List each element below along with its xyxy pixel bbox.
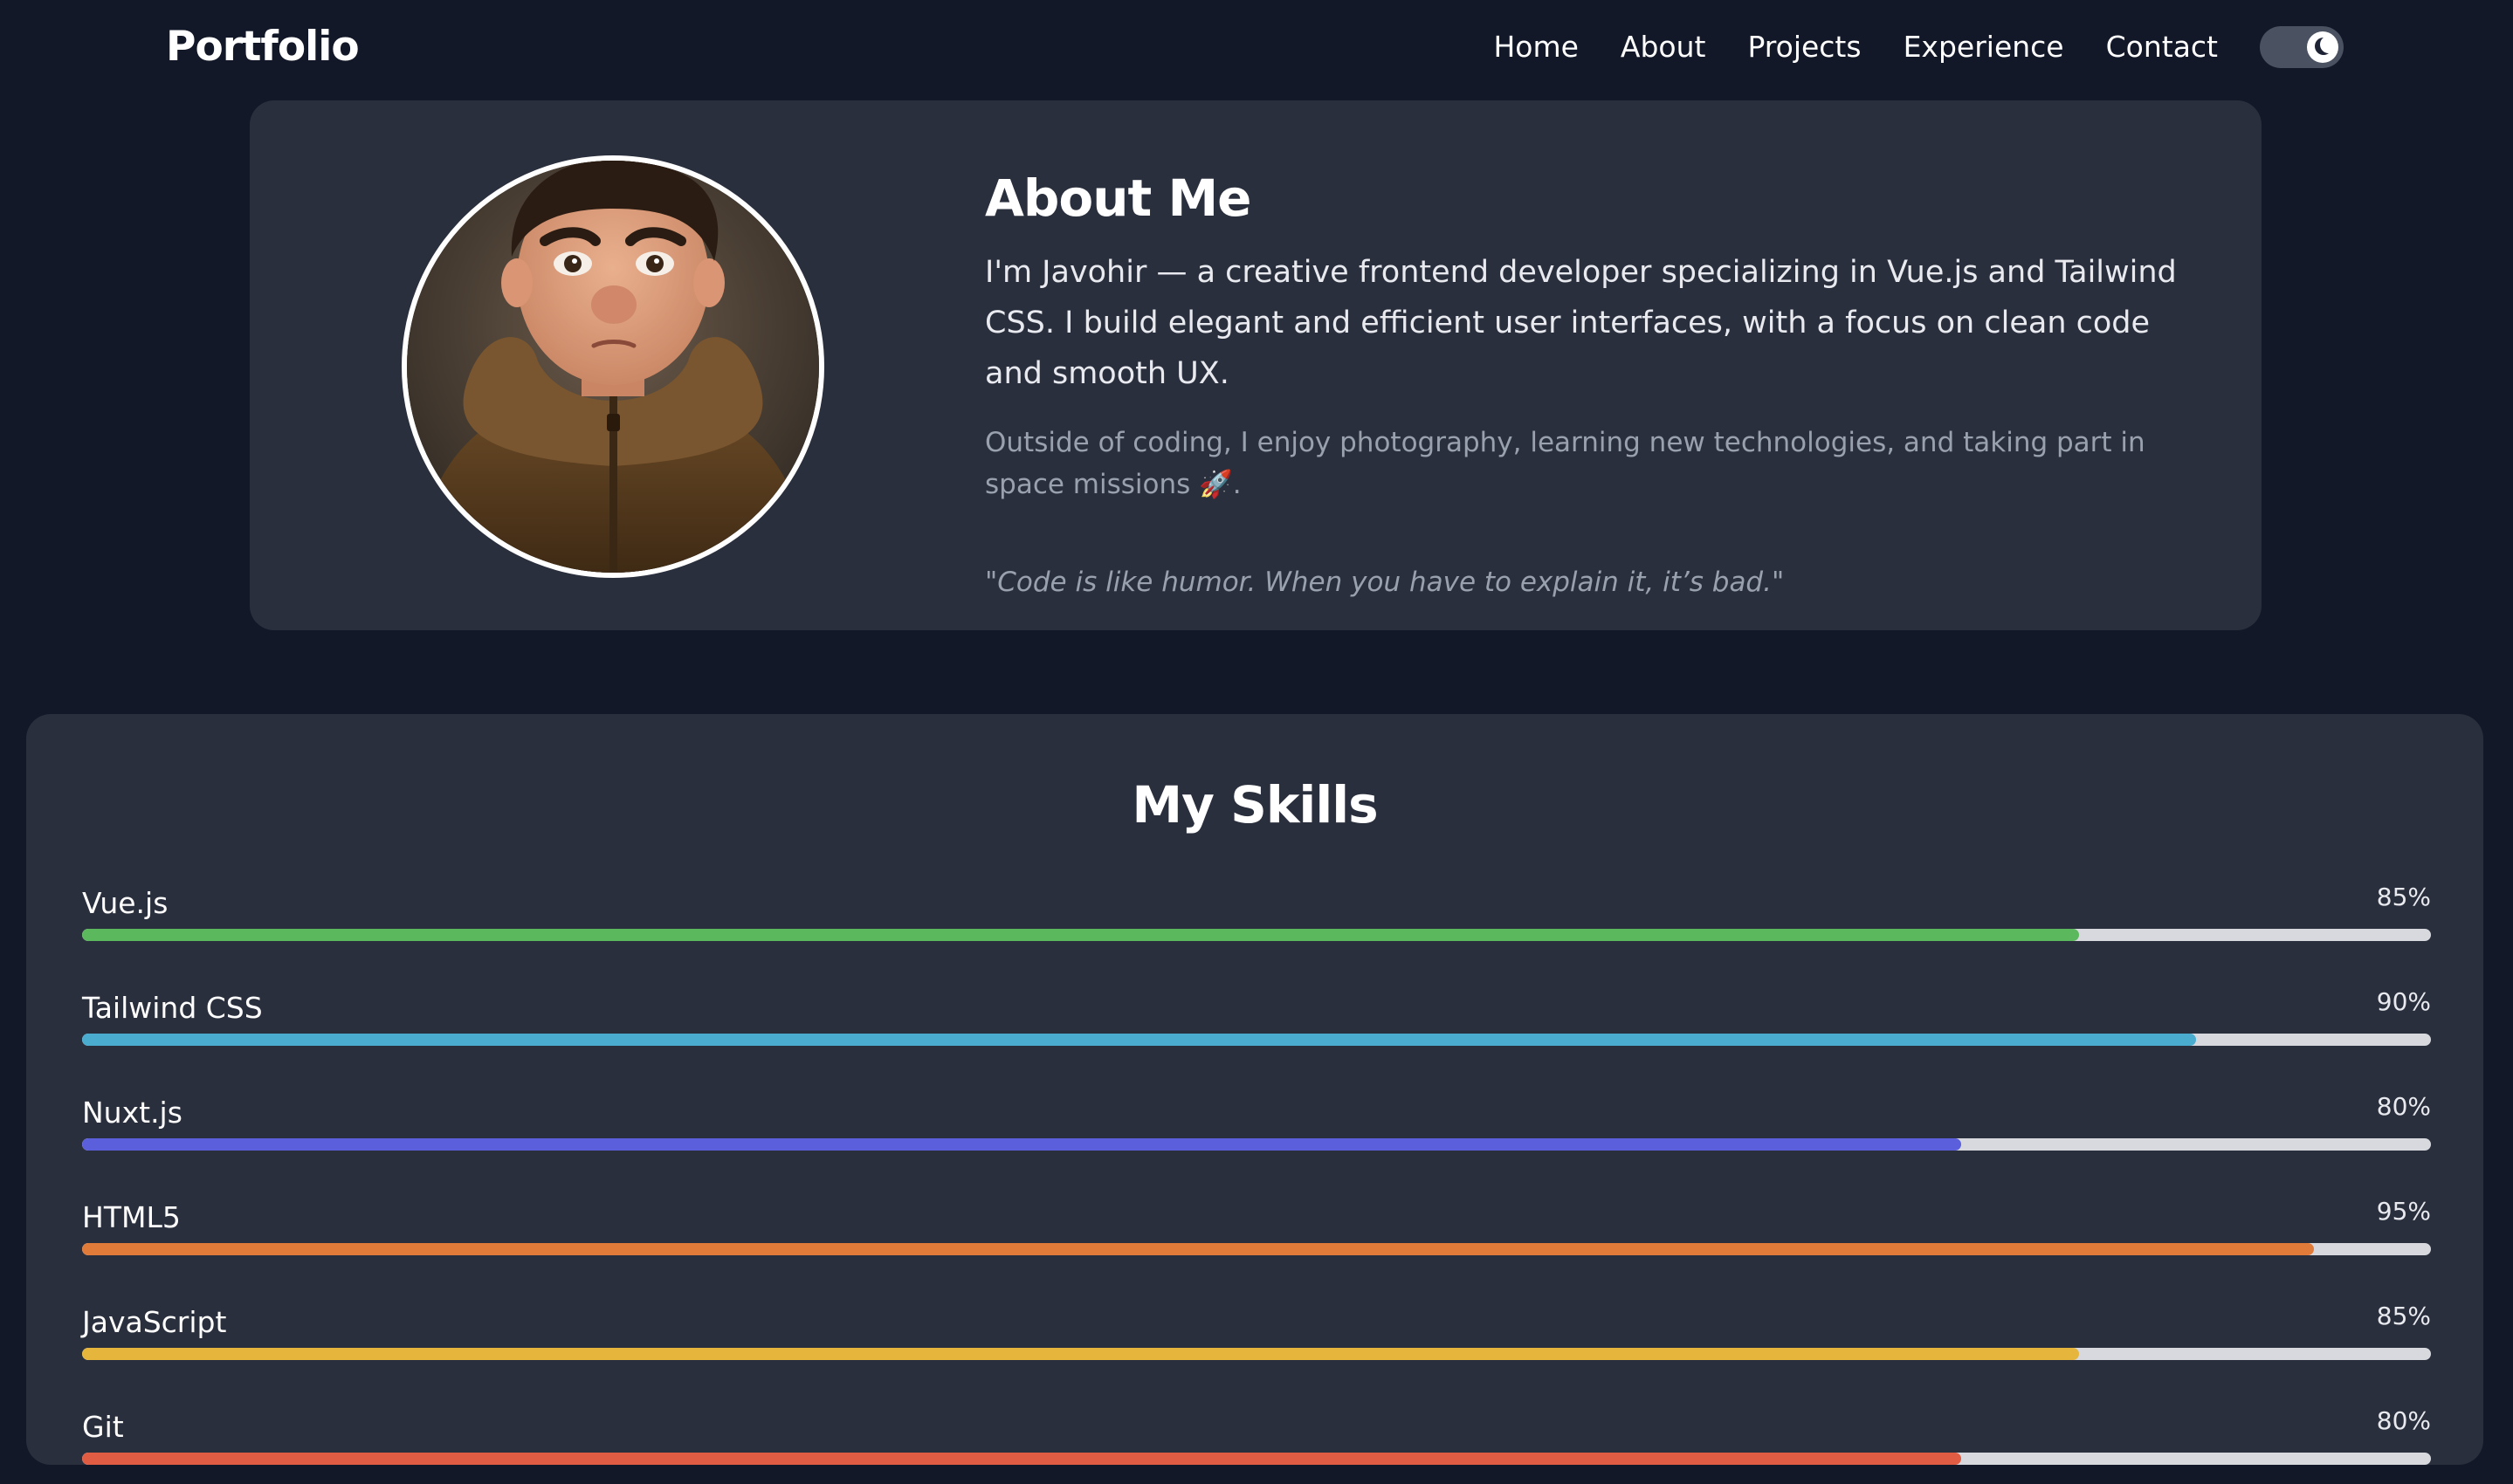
skill-percent: 90% — [2376, 987, 2431, 1016]
skills-title: My Skills — [1132, 775, 1378, 835]
skill-row: JavaScript 85% — [82, 1301, 2431, 1379]
nav-link-about[interactable]: About — [1621, 24, 1706, 70]
skill-progress-fill — [82, 1243, 2314, 1255]
portfolio-page: Portfolio Home About Projects Experience… — [0, 0, 2513, 1465]
theme-toggle[interactable] — [2260, 26, 2344, 68]
about-intro: I'm Javohir — a creative frontend develo… — [985, 255, 2177, 391]
skill-name: Git — [82, 1410, 124, 1444]
skill-name: HTML5 — [82, 1200, 181, 1234]
about-title: About Me — [985, 168, 1252, 228]
about-card: About Me I'm Javohir — a creative fronte… — [250, 100, 2262, 630]
skill-percent: 95% — [2376, 1197, 2431, 1226]
skill-name: Tailwind CSS — [82, 991, 263, 1025]
about-text: About Me I'm Javohir — a creative fronte… — [985, 161, 2207, 603]
skill-row: Nuxt.js 80% — [82, 1091, 2431, 1170]
skill-progress-fill — [82, 1453, 1961, 1465]
brand-logo[interactable]: Portfolio — [166, 19, 360, 75]
nav-link-experience[interactable]: Experience — [1904, 24, 2064, 70]
skill-progress-fill — [82, 1034, 2196, 1046]
skill-progress-fill — [82, 1138, 1961, 1151]
navbar: Portfolio Home About Projects Experience… — [0, 0, 2513, 94]
skill-percent: 85% — [2376, 883, 2431, 911]
skill-progress-fill — [82, 929, 2079, 941]
about-quote: "Code is like humor. When you have to ex… — [985, 567, 1785, 598]
nav-link-projects[interactable]: Projects — [1747, 24, 1861, 70]
skill-row: HTML5 95% — [82, 1196, 2431, 1274]
skill-percent: 85% — [2376, 1302, 2431, 1330]
skill-progress-track — [82, 1453, 2431, 1465]
skill-progress-track — [82, 1138, 2431, 1151]
skill-name: Nuxt.js — [82, 1096, 182, 1130]
skill-row: Vue.js 85% — [82, 882, 2431, 960]
skill-progress-track — [82, 929, 2431, 941]
skill-progress-track — [82, 1348, 2431, 1360]
nav-link-home[interactable]: Home — [1493, 24, 1578, 70]
skill-progress-track — [82, 1243, 2431, 1255]
skill-name: JavaScript — [82, 1305, 227, 1339]
nav-link-contact[interactable]: Contact — [2106, 24, 2218, 70]
toggle-knob — [2307, 31, 2338, 63]
skill-progress-track — [82, 1034, 2431, 1046]
nav-links: Home About Projects Experience Contact — [1493, 24, 2344, 70]
avatar — [402, 155, 824, 578]
skill-percent: 80% — [2376, 1406, 2431, 1435]
skill-row: Git 80% — [82, 1405, 2431, 1484]
skills-card: My Skills Vue.js 85% Tailwind CSS 90% Nuxt.j… — [26, 714, 2483, 1465]
skill-percent: 80% — [2376, 1092, 2431, 1121]
skill-name: Vue.js — [82, 886, 169, 920]
skill-progress-fill — [82, 1348, 2079, 1360]
moon-icon — [2315, 38, 2332, 55]
about-hobbies: Outside of coding, I enjoy photography, … — [985, 427, 2145, 500]
skill-row: Tailwind CSS 90% — [82, 986, 2431, 1065]
avatar-portrait — [407, 161, 819, 573]
